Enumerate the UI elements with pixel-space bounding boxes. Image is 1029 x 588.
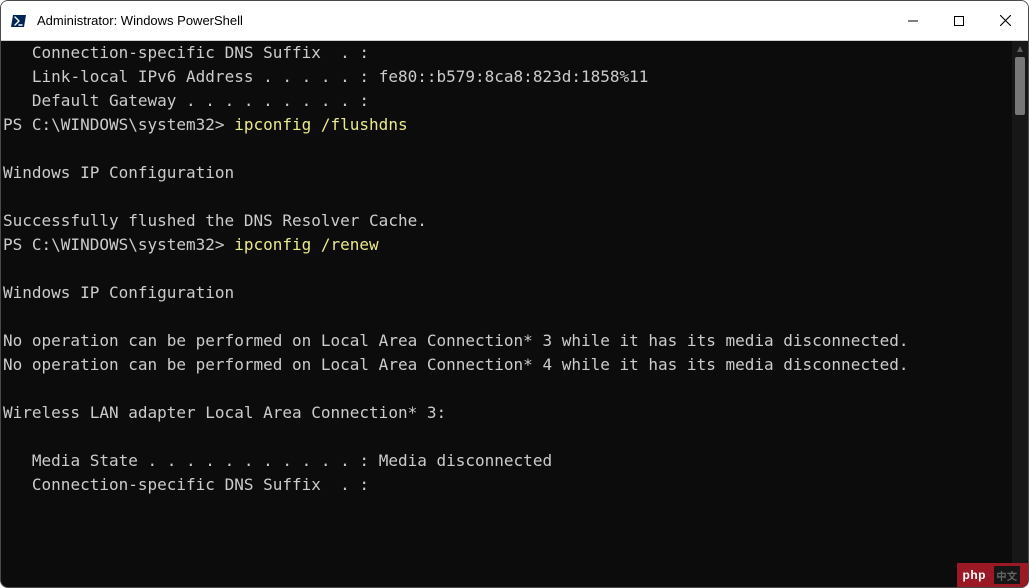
command-text: ipconfig /renew xyxy=(234,235,379,254)
watermark-text: php xyxy=(963,568,987,582)
output-line: Successfully flushed the DNS Resolver Ca… xyxy=(3,211,427,230)
prompt-text: PS C:\WINDOWS\system32> xyxy=(3,235,234,254)
watermark-cn-icon: 中文 xyxy=(994,566,1020,584)
prompt-text: PS C:\WINDOWS\system32> xyxy=(3,115,234,134)
minimize-button[interactable] xyxy=(890,1,936,41)
watermark-badge: php 中文 xyxy=(957,563,1029,587)
output-line: Default Gateway . . . . . . . . . : xyxy=(3,91,369,110)
titlebar[interactable]: Administrator: Windows PowerShell xyxy=(1,1,1028,41)
output-line: No operation can be performed on Local A… xyxy=(3,331,908,350)
console-output[interactable]: Connection-specific DNS Suffix . : Link-… xyxy=(1,41,1012,587)
scroll-up-arrow-icon[interactable]: ▲ xyxy=(1012,41,1028,57)
output-line: Connection-specific DNS Suffix . : xyxy=(3,43,369,62)
window-title: Administrator: Windows PowerShell xyxy=(37,13,243,28)
powershell-window: Administrator: Windows PowerShell Connec… xyxy=(0,0,1029,588)
output-line: Media State . . . . . . . . . . . : Medi… xyxy=(3,451,552,470)
command-text: ipconfig /flushdns xyxy=(234,115,407,134)
vertical-scrollbar[interactable]: ▲ ▼ xyxy=(1012,41,1028,587)
output-line: Wireless LAN adapter Local Area Connecti… xyxy=(3,403,446,422)
maximize-button[interactable] xyxy=(936,1,982,41)
powershell-icon xyxy=(11,13,27,29)
output-line: Connection-specific DNS Suffix . : xyxy=(3,475,369,494)
output-line: Link-local IPv6 Address . . . . . : fe80… xyxy=(3,67,648,86)
close-button[interactable] xyxy=(982,1,1028,41)
client-area: Connection-specific DNS Suffix . : Link-… xyxy=(1,41,1028,587)
scroll-track[interactable] xyxy=(1012,57,1028,571)
scroll-thumb[interactable] xyxy=(1015,57,1025,115)
output-line: Windows IP Configuration xyxy=(3,163,234,182)
output-line: No operation can be performed on Local A… xyxy=(3,355,908,374)
output-line: Windows IP Configuration xyxy=(3,283,234,302)
